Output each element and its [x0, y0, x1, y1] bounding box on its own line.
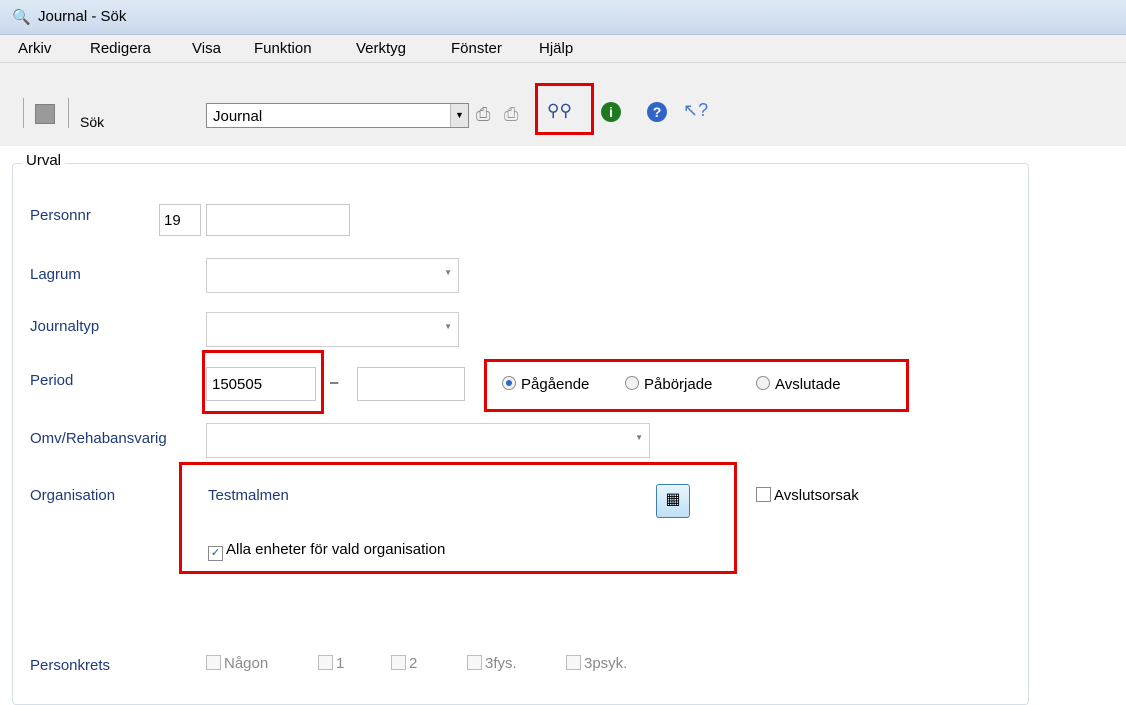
search-label: Sök — [80, 114, 105, 130]
search-type-value: Journal — [213, 108, 263, 125]
checkbox-unchecked — [756, 487, 771, 502]
personkrets-3fys[interactable]: 3fys. — [467, 655, 517, 672]
chevron-down-icon: ▼ — [635, 433, 643, 442]
highlight-period-options — [484, 359, 909, 412]
personkrets-nagon[interactable]: Någon — [206, 655, 268, 672]
period-to-field[interactable] — [357, 367, 465, 401]
period-label: Period — [30, 372, 74, 389]
menu-verktyg[interactable]: Verktyg — [356, 40, 406, 57]
menu-redigera[interactable]: Redigera — [90, 40, 151, 57]
journaltyp-label: Journaltyp — [30, 318, 100, 335]
avslutsorsak-checkbox[interactable]: Avslutsorsak — [756, 487, 859, 504]
highlight-organisation — [179, 462, 737, 574]
info-icon[interactable]: i — [601, 102, 621, 122]
personkrets-1-label: 1 — [336, 655, 345, 672]
print-preview-icon[interactable]: ⎙ — [504, 104, 518, 124]
window-title: Journal - Sök — [38, 8, 127, 25]
search-type-select[interactable]: Journal ▼ — [206, 103, 469, 128]
omv-label: Omv/Rehabansvarig — [30, 430, 167, 447]
journaltyp-select[interactable]: ▼ — [206, 312, 459, 347]
menu-hjalp[interactable]: Hjälp — [539, 40, 573, 57]
period-separator: – — [330, 374, 339, 391]
highlight-search-button — [535, 83, 594, 135]
group-title: Urval — [22, 152, 66, 169]
menu-visa[interactable]: Visa — [192, 40, 221, 57]
chevron-down-icon: ▼ — [444, 322, 452, 331]
checkbox-disabled — [391, 655, 406, 670]
personkrets-3psyk-label: 3psyk. — [584, 655, 628, 672]
avslutsorsak-label: Avslutsorsak — [774, 487, 859, 504]
personnr-prefix: 19 — [164, 212, 181, 229]
lagrum-label: Lagrum — [30, 266, 81, 283]
whats-this-icon[interactable]: ↖? — [683, 100, 708, 120]
personkrets-2[interactable]: 2 — [391, 655, 417, 672]
menu-bar: Arkiv Redigera Visa Funktion Verktyg Fön… — [0, 35, 1126, 63]
menu-arkiv[interactable]: Arkiv — [18, 40, 51, 57]
checkbox-disabled — [318, 655, 333, 670]
printer-icon[interactable]: ⎙ — [476, 104, 490, 124]
omv-select[interactable]: ▼ — [206, 423, 650, 458]
save-icon[interactable] — [35, 104, 55, 124]
personnr-field[interactable] — [206, 204, 350, 236]
personnr-label: Personnr — [30, 207, 91, 224]
menu-funktion[interactable]: Funktion — [254, 40, 312, 57]
toolbar-divider — [23, 98, 24, 128]
help-icon[interactable]: ? — [647, 102, 667, 122]
personkrets-label: Personkrets — [30, 657, 111, 674]
toolbar-divider — [68, 98, 69, 128]
personkrets-nagon-label: Någon — [224, 655, 269, 672]
personkrets-3psyk[interactable]: 3psyk. — [566, 655, 627, 672]
personnr-prefix-field[interactable]: 19 — [159, 204, 201, 236]
personkrets-3fys-label: 3fys. — [485, 655, 517, 672]
personkrets-1[interactable]: 1 — [318, 655, 344, 672]
binoculars-icon: 🔍 — [12, 9, 31, 26]
checkbox-disabled — [206, 655, 221, 670]
chevron-down-icon: ▼ — [444, 268, 452, 277]
menu-fonster[interactable]: Fönster — [451, 40, 502, 57]
lagrum-select[interactable]: ▼ — [206, 258, 459, 293]
highlight-period-from — [202, 350, 324, 414]
checkbox-disabled — [566, 655, 581, 670]
personkrets-2-label: 2 — [409, 655, 418, 672]
chevron-down-icon[interactable]: ▼ — [450, 104, 468, 127]
organisation-label: Organisation — [30, 487, 116, 504]
title-bar: 🔍 Journal - Sök — [0, 0, 1126, 35]
checkbox-disabled — [467, 655, 482, 670]
